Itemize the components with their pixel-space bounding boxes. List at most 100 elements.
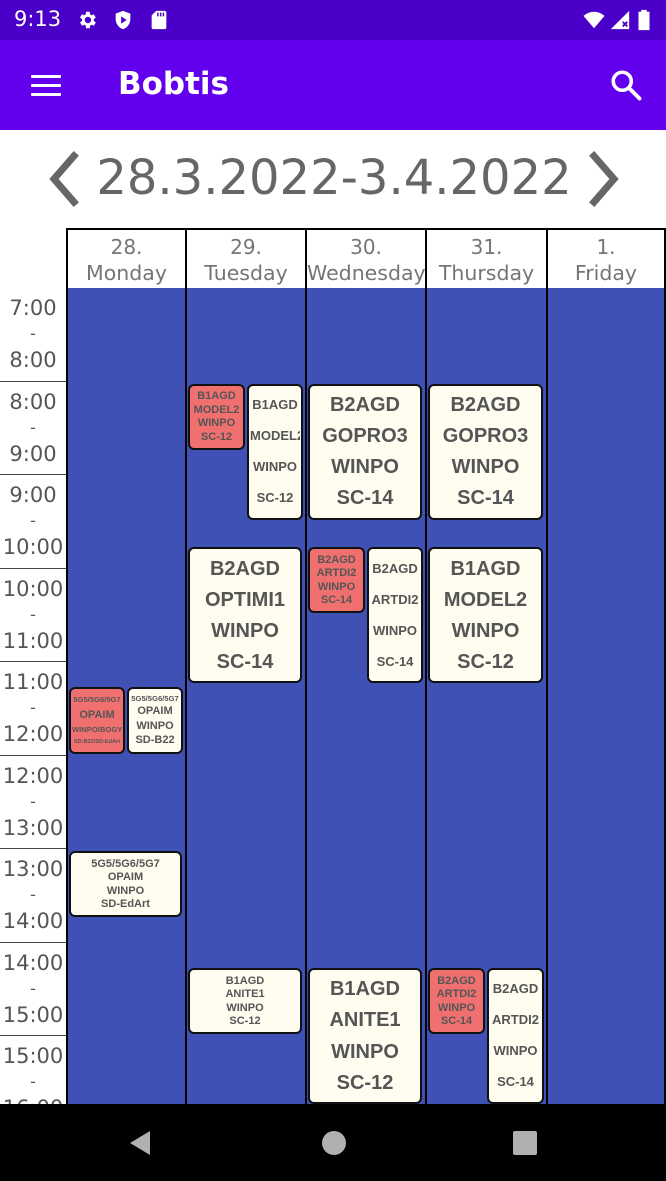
day-date: 29. — [230, 235, 262, 259]
event-line: SC-14 — [216, 650, 274, 673]
event-line: B1AGD — [450, 557, 521, 580]
slot-separator: - — [30, 324, 36, 343]
event-line: WINPO — [226, 1001, 264, 1014]
slot-start-time: 14:00 — [2, 950, 64, 975]
event-card[interactable]: B1AGD ANITE1 WINPO SC-12 — [308, 967, 422, 1104]
day-date: 30. — [350, 235, 382, 259]
slot-start-time: 8:00 — [9, 389, 57, 414]
conflict-event-card[interactable]: B1AGD MODEL2 WINPO SC-12 — [188, 383, 245, 450]
conflict-event-card[interactable]: 5G5/5G6/5G7 OPAIM WINPO/BOGYO SD-B22/SD-EdA… — [69, 687, 125, 754]
event-line: B2AGD — [317, 553, 356, 566]
slot-separator: - — [30, 978, 36, 998]
event-card[interactable]: B2AGD ARTDI2 WINPO SC-14 — [367, 547, 423, 684]
event-line: SD-EdArt — [101, 898, 150, 911]
time-slot: 15:00 - 16:00 — [0, 1036, 66, 1104]
event-line: SD-B22 — [135, 734, 175, 747]
event-line: SC-14 — [440, 1015, 473, 1028]
day-header-friday[interactable]: 1. Friday — [546, 228, 666, 288]
sd-card-icon — [151, 10, 167, 30]
day-header-wednesday[interactable]: 30. Wednesday — [305, 228, 425, 288]
event-card[interactable]: B2AGD OPTIMI1 WINPO SC-14 — [188, 547, 302, 684]
slot-start-time: 7:00 — [9, 296, 57, 320]
day-header-monday[interactable]: 28. Monday — [66, 228, 185, 288]
event-card[interactable]: B1AGD ANITE1 WINPO SC-12 — [188, 967, 302, 1034]
event-line: WINPO/BOGYO — [72, 725, 122, 734]
day-header-tuesday[interactable]: 29. Tuesday — [185, 228, 305, 288]
day-name: Thursday — [438, 261, 535, 285]
event-line: SC-12 — [336, 1071, 394, 1094]
slot-start-time: 10:00 — [2, 576, 64, 601]
event-line: ANITE1 — [329, 1009, 401, 1032]
slot-end-time: 11:00 — [2, 628, 64, 653]
event-line: B1AGD — [197, 390, 236, 403]
search-icon[interactable] — [608, 67, 644, 103]
day-header-row: 28. Monday 29. Tuesday 30. Wednesday 31. Thursd… — [0, 228, 666, 288]
event-card[interactable]: B1AGD MODEL2 WINPO SC-12 — [428, 547, 543, 684]
event-line: WINPO — [317, 580, 356, 593]
event-line: OPAIM — [79, 708, 115, 721]
recents-icon[interactable] — [510, 1128, 540, 1158]
conflict-event-card[interactable]: B2AGD ARTDI2 WINPO SC-14 — [308, 547, 365, 614]
back-icon[interactable] — [126, 1128, 156, 1158]
conflict-event-card[interactable]: B2AGD ARTDI2 WINPO SC-14 — [428, 967, 485, 1034]
time-slot: 7:00 - 8:00 — [0, 288, 66, 382]
day-header-thursday[interactable]: 31. Thursday — [425, 228, 546, 288]
slot-start-time: 9:00 — [9, 483, 57, 507]
event-line: SC-14 — [376, 654, 414, 669]
event-line: B2AGD — [450, 394, 521, 417]
event-card[interactable]: 5G5/5G6/5G7 OPAIM WINPO SD-B22 — [127, 687, 183, 754]
slot-separator: - — [30, 604, 36, 624]
time-slot: 9:00 - 10:00 — [0, 475, 66, 569]
schedule-grid[interactable]: 7:00-8:00 8:00-9:00 9:00-10:00 10:00-11:00 1… — [0, 288, 666, 1104]
event-line: SC-14 — [497, 1075, 534, 1090]
event-line: SC-12 — [457, 650, 514, 673]
event-line: SC-12 — [256, 491, 294, 506]
event-line: WINPO — [331, 1040, 399, 1063]
event-card[interactable]: B2AGD ARTDI2 WINPO SC-14 — [487, 967, 544, 1104]
event-line: WINPO — [252, 460, 298, 474]
event-card[interactable]: B1AGD MODEL2 WINPO SC-12 — [247, 383, 303, 520]
event-card[interactable]: B2AGD GOPRO3 WINPO SC-14 — [428, 383, 543, 520]
wifi-icon — [583, 11, 605, 29]
event-line: MODEL2 — [443, 588, 528, 611]
status-bar: 9:13 — [0, 0, 666, 40]
event-line: WINPO — [451, 619, 520, 642]
slot-start-time: 15:00 — [2, 1044, 64, 1068]
app-title: Bobtis — [118, 66, 230, 102]
day-column-friday[interactable] — [546, 288, 666, 1104]
time-slot: 8:00 - 9:00 — [0, 382, 66, 475]
app-screen: 9:13 Bobtis 28.3.2022-3.4.2022 28. Monda… — [0, 0, 666, 1181]
hamburger-menu-icon[interactable] — [28, 70, 64, 100]
event-line: SD-B22/SD-EdArt — [73, 738, 121, 745]
slot-end-time: 12:00 — [2, 722, 64, 746]
event-card[interactable]: B2AGD GOPRO3 WINPO SC-14 — [308, 383, 422, 520]
event-line: GOPRO3 — [322, 425, 408, 448]
event-card[interactable]: 5G5/5G6/5G7 OPAIM WINPO SD-EdArt — [69, 851, 182, 918]
slot-separator: - — [30, 791, 36, 811]
slot-separator: - — [30, 511, 36, 530]
event-line: B2AGD — [329, 394, 400, 417]
event-line: B1AGD — [225, 974, 265, 987]
slot-end-time: 16:00 — [0, 1096, 66, 1104]
event-line: SC-14 — [336, 487, 394, 510]
event-line: WINPO — [451, 456, 520, 479]
event-line: B1AGD — [329, 978, 400, 1001]
event-line: WINPO — [372, 623, 418, 638]
event-line: WINPO — [211, 619, 279, 642]
slot-end-time: 8:00 — [9, 348, 57, 372]
week-range-label: 28.3.2022-3.4.2022 — [96, 150, 572, 206]
next-week-button[interactable] — [578, 148, 628, 210]
home-icon[interactable] — [319, 1128, 349, 1158]
system-nav-bar — [0, 1104, 666, 1181]
slot-end-time: 14:00 — [2, 909, 64, 933]
event-line: MODEL2 — [250, 428, 300, 443]
previous-week-button[interactable] — [40, 148, 90, 210]
time-slot: 14:00 - 15:00 — [0, 943, 66, 1036]
event-line: ARTDI2 — [492, 1013, 539, 1028]
event-line: WINPO — [106, 884, 145, 897]
slot-end-time: 9:00 — [9, 441, 57, 466]
event-line: WINPO — [197, 417, 236, 430]
event-line: OPAIM — [107, 871, 144, 884]
day-date: 1. — [596, 235, 616, 259]
event-line: 5G5/5G6/5G7 — [73, 695, 121, 704]
